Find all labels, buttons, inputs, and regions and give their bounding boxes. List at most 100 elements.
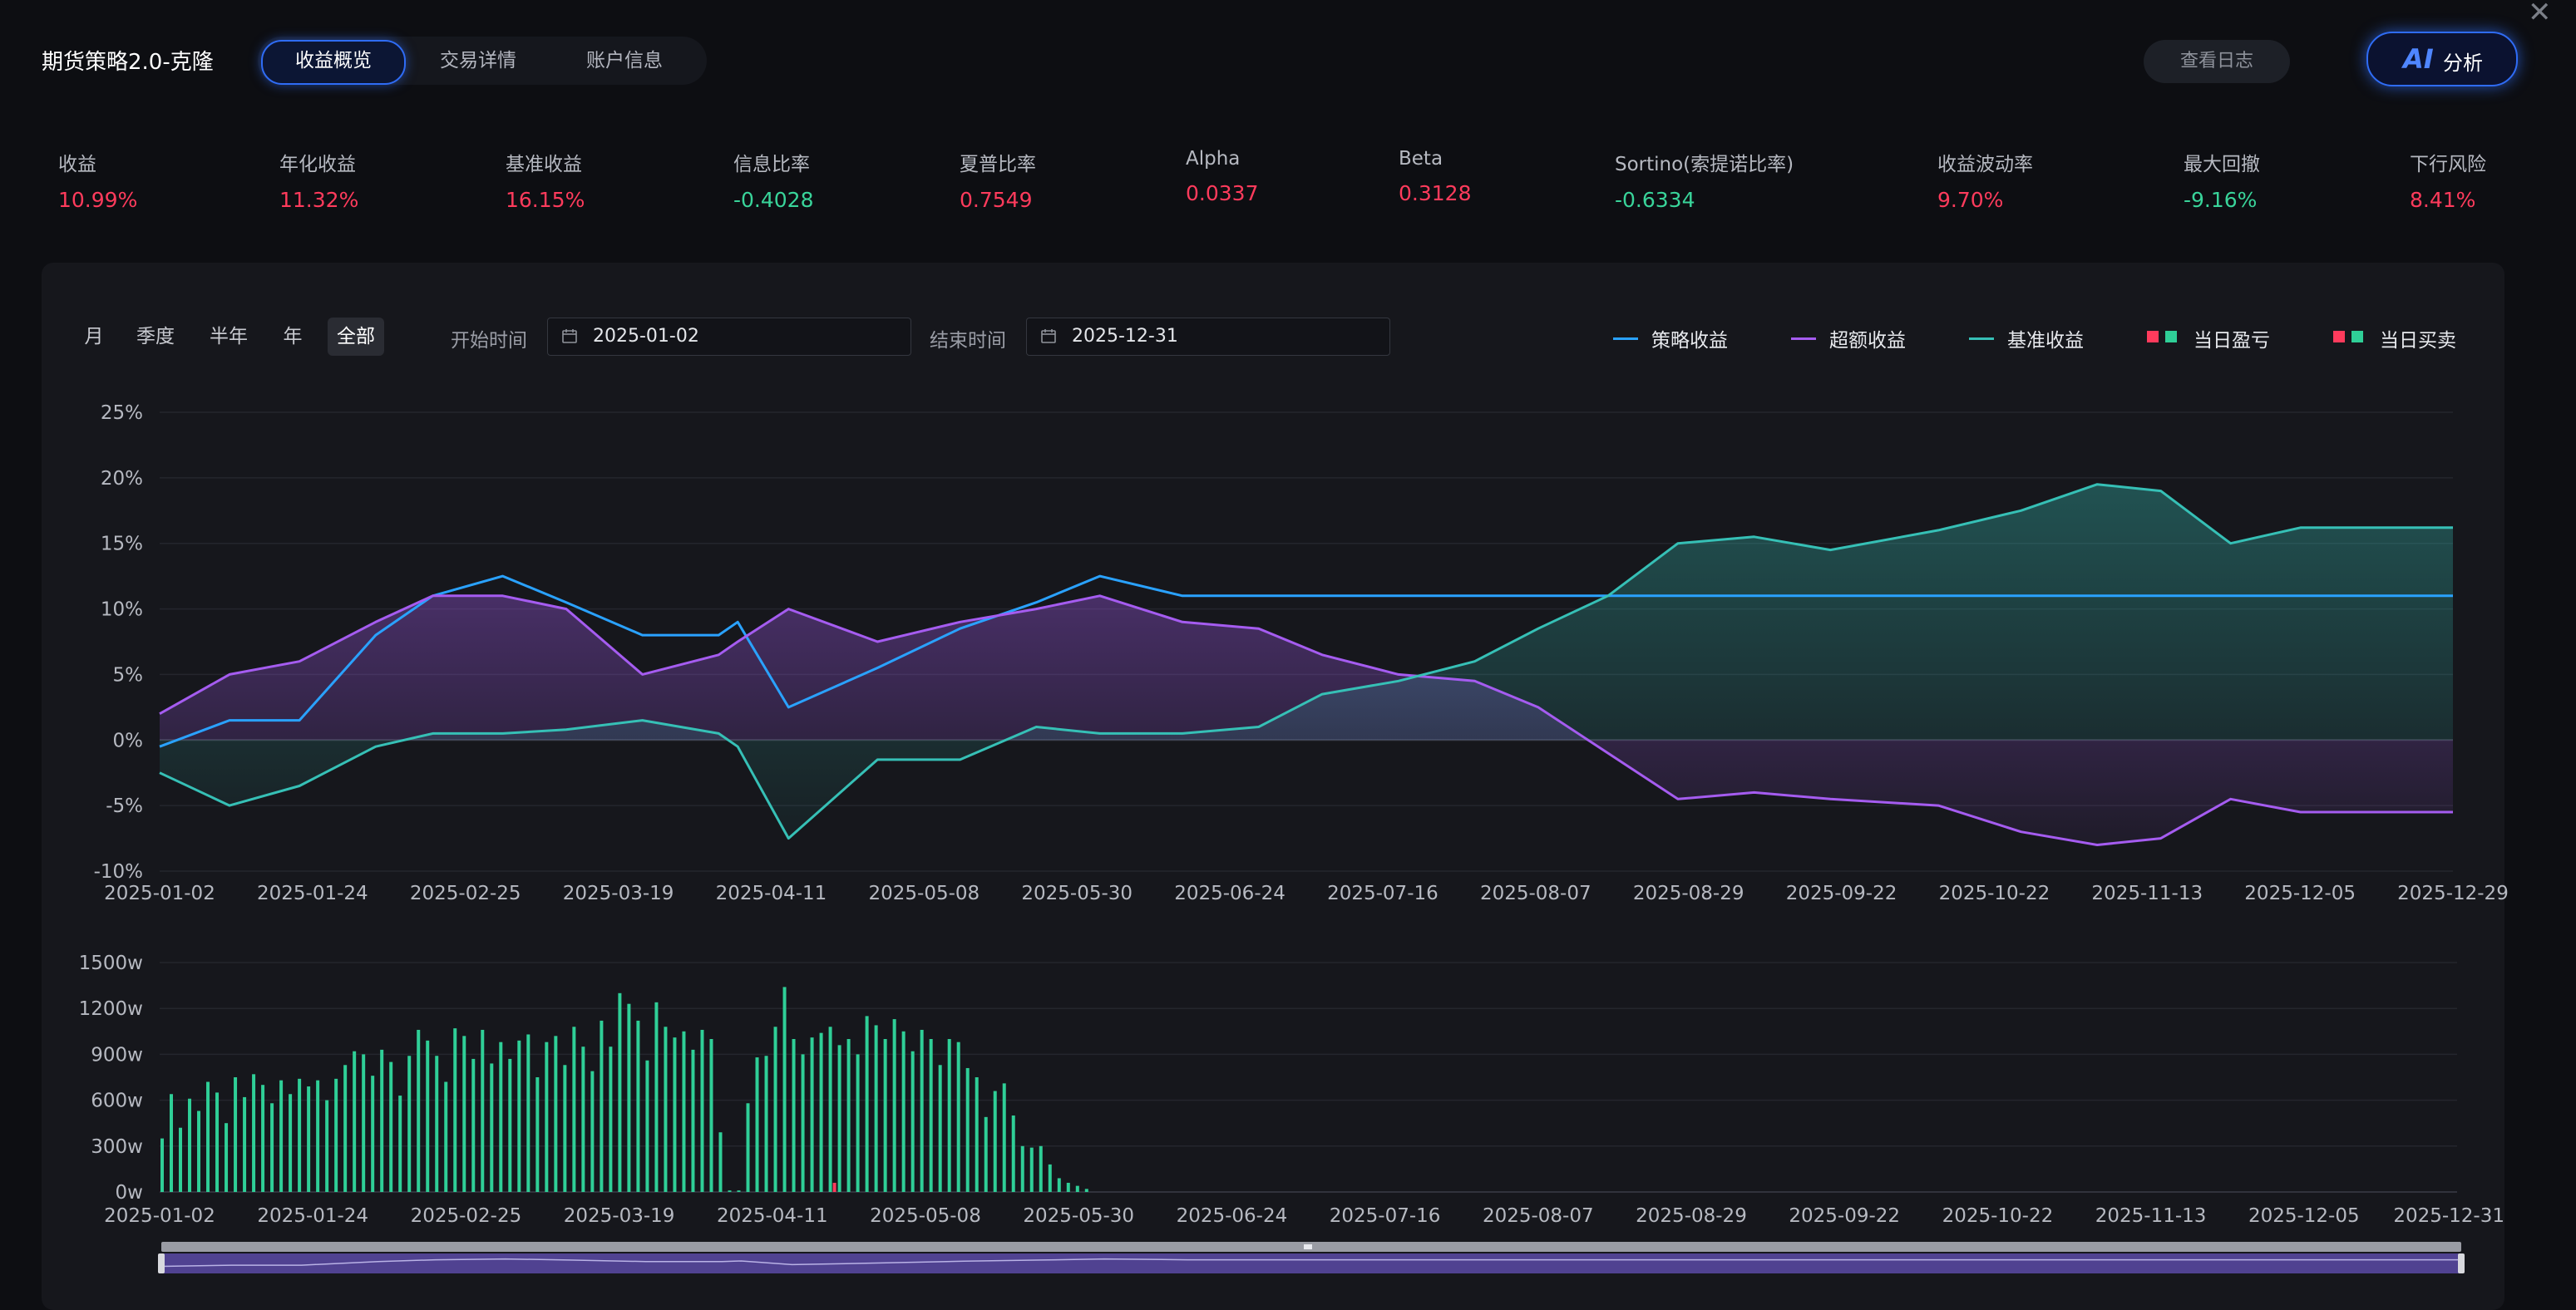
volume-bar [225,1123,228,1192]
x-tick-label: 2025-11-13 [2091,883,2203,904]
y-tick-label: 0w [116,1182,143,1204]
volume-bar-down [833,1183,836,1192]
y-tick-label: -5% [106,795,143,817]
x-tick-label: 2025-12-05 [2248,1205,2360,1227]
volume-bar [398,1096,402,1192]
volume-bar [645,1061,649,1192]
volume-bar [499,1042,502,1192]
x-tick-label: 2025-04-11 [717,1205,828,1227]
volume-bar [380,1050,383,1192]
volume-bar [673,1037,676,1192]
x-tick-label: 2025-10-22 [1939,883,2050,904]
x-tick-label: 2025-01-02 [104,883,215,904]
chart-canvas: 25%20%15%10%5%0%-5%-10%2025-01-022025-01… [0,0,2576,1297]
x-tick-label: 2025-01-02 [104,1205,215,1227]
volume-bar [792,1039,796,1192]
volume-bar [627,1004,630,1192]
volume-bar [609,1047,612,1192]
y-tick-label: 10% [101,599,143,621]
volume-bar [462,1036,466,1192]
volume-bar [179,1128,182,1192]
volume-bar [948,1039,951,1192]
volume-bar [343,1065,347,1192]
volume-bar [334,1079,338,1192]
x-tick-label: 2025-02-25 [411,1205,522,1227]
volume-bar [526,1034,530,1192]
x-tick-label: 2025-08-29 [1633,883,1744,904]
x-tick-label: 2025-07-16 [1327,883,1439,904]
x-tick-label: 2025-09-22 [1786,883,1897,904]
volume-bar [691,1050,694,1192]
x-tick-label: 2025-05-30 [1023,1205,1134,1227]
zoom-slider-window [161,1253,2461,1273]
volume-bar [517,1041,521,1192]
volume-bar [1076,1186,1079,1192]
volume-bar [160,1139,164,1192]
volume-bar [728,1190,731,1192]
volume-bar [215,1092,219,1192]
volume-bar [188,1099,191,1192]
volume-bar [261,1085,264,1192]
volume-bar [1039,1146,1043,1192]
x-tick-label: 2025-09-22 [1789,1205,1900,1227]
volume-bar [197,1111,200,1192]
volume-bar [700,1030,703,1192]
volume-bar [802,1054,805,1192]
zoom-slider[interactable] [158,1242,2465,1273]
x-tick-label: 2025-05-08 [868,883,980,904]
x-tick-label: 2025-10-22 [1942,1205,2054,1227]
volume-bar [1012,1115,1015,1192]
volume-bar [1067,1183,1070,1192]
volume-bar [252,1074,255,1192]
volume-bar [957,1042,960,1192]
volume-bar [884,1039,887,1192]
volume-bar [856,1054,860,1192]
x-tick-label: 2025-08-29 [1636,1205,1747,1227]
volume-bar [1021,1146,1024,1192]
x-tick-label: 2025-11-13 [2095,1205,2207,1227]
volume-bar [838,1045,841,1192]
volume-bar [545,1042,548,1192]
volume-bar [490,1063,493,1192]
volume-bar [1085,1189,1088,1192]
volume-bar [453,1028,456,1192]
volume-bar [600,1021,603,1192]
volume-bar [709,1039,713,1192]
volume-bar [985,1117,988,1192]
volume-bar [1058,1178,1061,1192]
x-tick-label: 2025-07-16 [1330,1205,1441,1227]
volume-bar [353,1051,356,1192]
volume-bar [902,1032,906,1192]
volume-bar [508,1059,511,1192]
volume-bar [1003,1083,1006,1192]
volume-bar [289,1094,292,1192]
y-tick-label: 1200w [79,998,143,1020]
y-tick-label: 25% [101,402,143,424]
volume-bar [893,1019,896,1192]
y-tick-label: 300w [91,1136,143,1158]
volume-bar [636,1021,639,1192]
x-tick-label: 2025-12-31 [2393,1205,2504,1227]
volume-bar [298,1079,301,1192]
volume-bar [243,1097,246,1192]
volume-bar [654,1002,658,1192]
volume-bar [270,1103,274,1192]
volume-bar [407,1056,411,1192]
volume-bar [371,1076,374,1192]
x-tick-label: 2025-08-07 [1483,1205,1594,1227]
volume-bar [811,1037,814,1192]
volume-bar [783,987,787,1192]
x-tick-label: 2025-01-24 [257,883,368,904]
volume-bar [930,1039,933,1192]
volume-bar [774,1027,777,1192]
volume-bar [563,1065,566,1192]
x-tick-label: 2025-08-07 [1480,883,1591,904]
volume-bar [939,1065,942,1192]
x-tick-label: 2025-03-19 [564,1205,675,1227]
volume-bar [847,1039,851,1192]
volume-bar [682,1032,685,1192]
y-tick-label: 20% [101,468,143,490]
volume-bar [444,1082,447,1192]
volume-bar [325,1101,328,1192]
volume-bar [1030,1148,1034,1192]
